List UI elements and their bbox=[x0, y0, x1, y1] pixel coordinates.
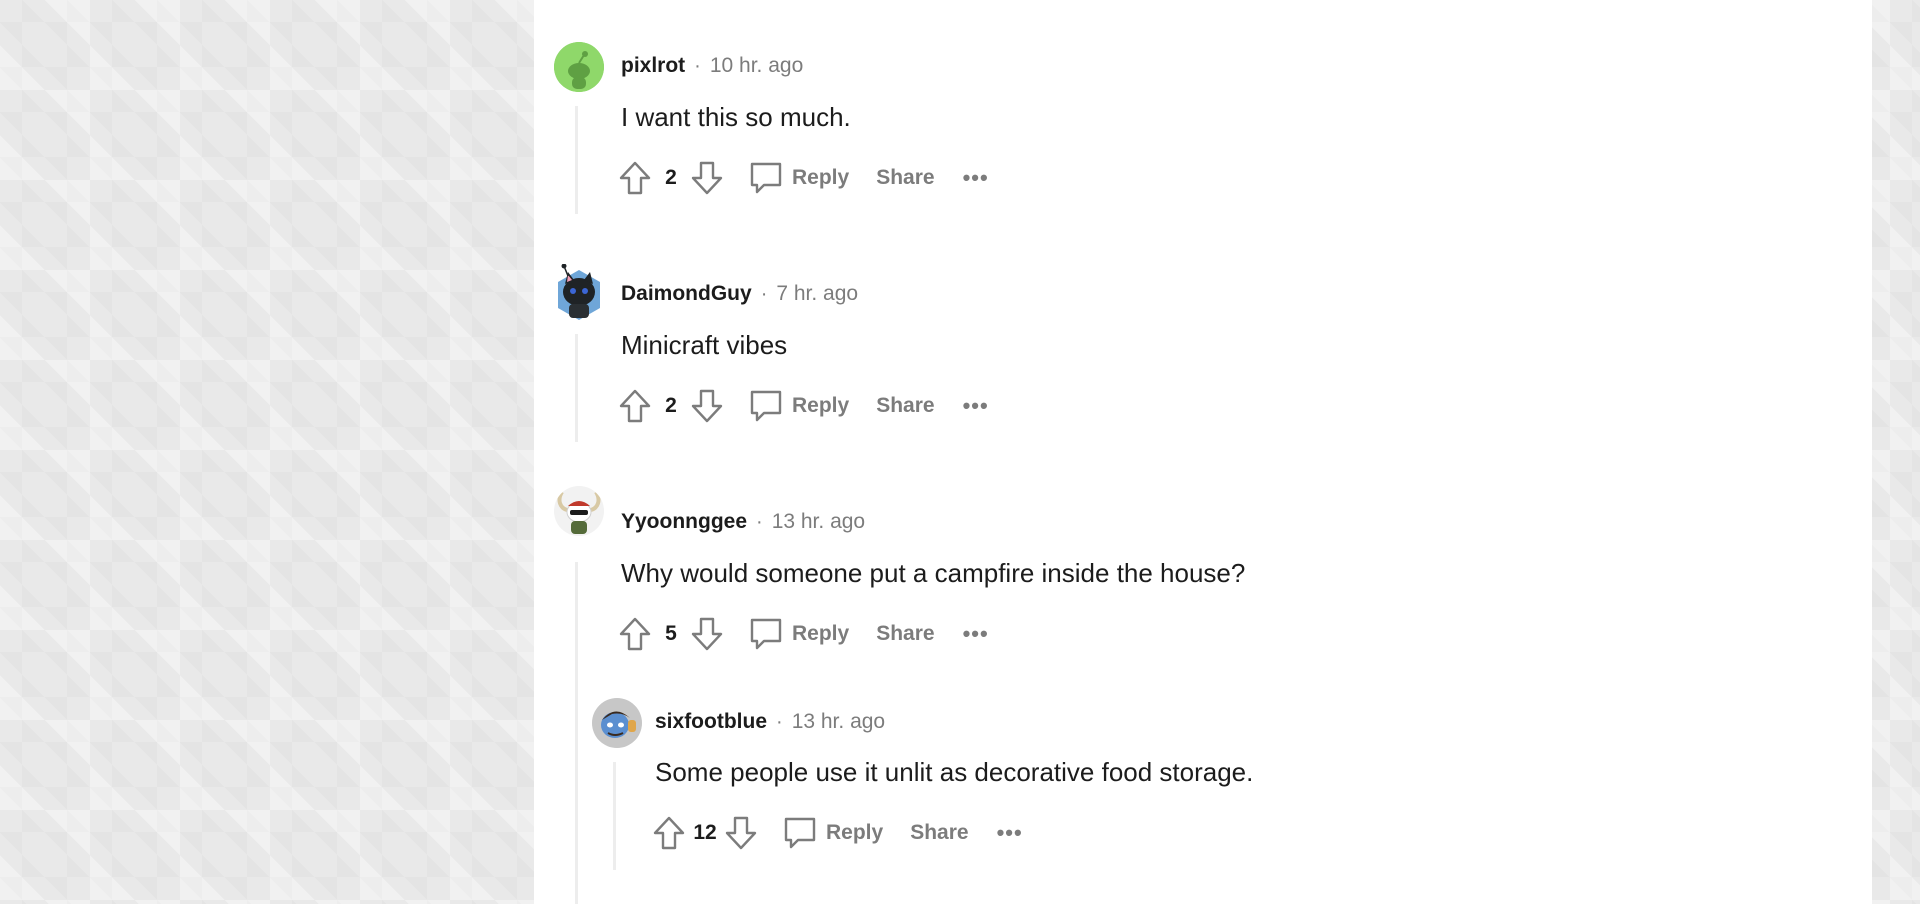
comments-panel: pixlrot · 10 hr. ago I want this so much… bbox=[534, 0, 1872, 904]
upvote-icon[interactable] bbox=[616, 614, 654, 654]
comment-body: Why would someone put a campfire inside … bbox=[621, 558, 1246, 588]
comment-meta: sixfootblue · 13 hr. ago bbox=[655, 710, 885, 734]
author-name[interactable]: Yyoonnggee bbox=[621, 510, 747, 534]
thread-line[interactable] bbox=[613, 762, 616, 870]
reply-action[interactable]: Reply bbox=[746, 158, 849, 198]
upvote-icon[interactable] bbox=[650, 813, 688, 853]
snoo-avatar-icon bbox=[554, 42, 604, 92]
share-button[interactable]: Share bbox=[876, 622, 934, 646]
upvote-icon[interactable] bbox=[616, 386, 654, 426]
reply-button[interactable]: Reply bbox=[792, 166, 849, 190]
comment-bubble-icon bbox=[746, 614, 786, 654]
comment-time[interactable]: 7 hr. ago bbox=[776, 282, 858, 306]
downvote-icon[interactable] bbox=[688, 158, 726, 198]
upvote-icon[interactable] bbox=[616, 158, 654, 198]
more-options-icon[interactable]: ••• bbox=[997, 820, 1023, 846]
comment-meta: Yyoonnggee · 13 hr. ago bbox=[621, 510, 865, 534]
user-avatar[interactable] bbox=[554, 486, 604, 536]
vote-score: 2 bbox=[665, 166, 677, 189]
author-name[interactable]: sixfootblue bbox=[655, 710, 767, 734]
meta-separator: · bbox=[776, 710, 783, 733]
more-options-icon[interactable]: ••• bbox=[963, 621, 989, 647]
reply-action[interactable]: Reply bbox=[746, 386, 849, 426]
more-options-icon[interactable]: ••• bbox=[963, 393, 989, 419]
downvote-icon[interactable] bbox=[688, 386, 726, 426]
comment-actions: 2 Reply Share ••• bbox=[616, 158, 989, 198]
thread-line[interactable] bbox=[575, 334, 578, 442]
comment-body: Some people use it unlit as decorative f… bbox=[655, 757, 1254, 787]
vote-score: 2 bbox=[665, 394, 677, 417]
comment-meta: pixlrot · 10 hr. ago bbox=[621, 54, 803, 78]
reply-button[interactable]: Reply bbox=[826, 821, 883, 845]
thread-line[interactable] bbox=[575, 106, 578, 214]
vote-score: 5 bbox=[665, 622, 677, 645]
comment-body: Minicraft vibes bbox=[621, 330, 788, 360]
horned-snoo-avatar-icon bbox=[554, 486, 604, 536]
comment-meta: DaimondGuy · 7 hr. ago bbox=[621, 282, 858, 306]
meta-separator: · bbox=[756, 510, 763, 533]
vote-score: 12 bbox=[693, 821, 717, 844]
cat-snoo-avatar-icon bbox=[558, 263, 600, 320]
author-name[interactable]: pixlrot bbox=[621, 54, 685, 78]
user-avatar[interactable] bbox=[592, 698, 642, 748]
comment-bubble-icon bbox=[746, 386, 786, 426]
comment-actions: 2 Reply Share ••• bbox=[616, 386, 989, 426]
author-name[interactable]: DaimondGuy bbox=[621, 282, 752, 306]
thread-line[interactable] bbox=[575, 562, 578, 904]
comment-bubble-icon bbox=[746, 158, 786, 198]
reply-button[interactable]: Reply bbox=[792, 622, 849, 646]
downvote-icon[interactable] bbox=[722, 813, 760, 853]
downvote-icon[interactable] bbox=[688, 614, 726, 654]
blue-face-snoo-avatar-icon bbox=[592, 698, 642, 748]
comment-body: I want this so much. bbox=[621, 102, 851, 132]
comment-bubble-icon bbox=[780, 813, 820, 853]
reply-button[interactable]: Reply bbox=[792, 394, 849, 418]
reply-action[interactable]: Reply bbox=[746, 614, 849, 654]
comment-time[interactable]: 10 hr. ago bbox=[710, 54, 803, 78]
comment-time[interactable]: 13 hr. ago bbox=[792, 710, 885, 734]
more-options-icon[interactable]: ••• bbox=[963, 165, 989, 191]
comment-actions: 12 Reply Share ••• bbox=[650, 813, 1023, 853]
reply-action[interactable]: Reply bbox=[780, 813, 883, 853]
meta-separator: · bbox=[760, 282, 768, 305]
share-button[interactable]: Share bbox=[910, 821, 968, 845]
share-button[interactable]: Share bbox=[876, 166, 934, 190]
meta-separator: · bbox=[694, 54, 701, 77]
share-button[interactable]: Share bbox=[876, 394, 934, 418]
comment-actions: 5 Reply Share ••• bbox=[616, 614, 989, 654]
comment-time[interactable]: 13 hr. ago bbox=[772, 510, 865, 534]
user-avatar[interactable] bbox=[554, 263, 604, 320]
user-avatar[interactable] bbox=[554, 42, 604, 92]
